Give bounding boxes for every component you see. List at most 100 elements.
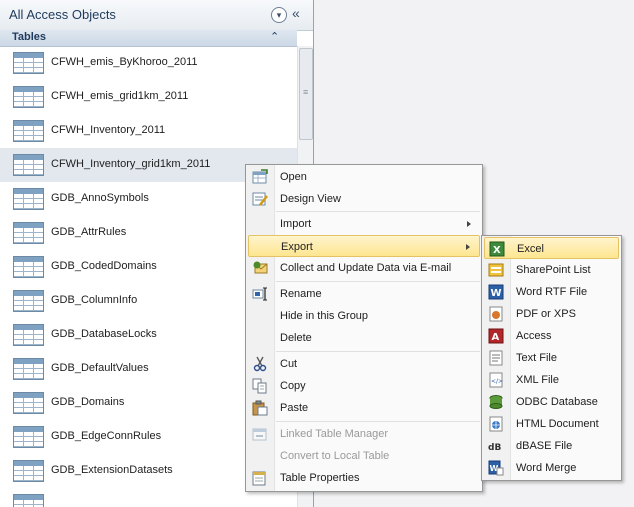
nav-header: All Access Objects ▾ « bbox=[0, 0, 313, 31]
menu-item-import[interactable]: Import bbox=[248, 213, 480, 235]
html-icon bbox=[488, 416, 504, 432]
menu-label: Cut bbox=[280, 358, 298, 370]
table-icon bbox=[13, 392, 44, 414]
table-name: GDB_CodedDomains bbox=[51, 260, 157, 272]
menu-label: Collect and Update Data via E-mail bbox=[280, 262, 452, 274]
context-menu: Open Design View Import Export Collect a… bbox=[245, 164, 483, 492]
export-item-excel[interactable]: X Excel bbox=[484, 237, 619, 259]
menu-separator bbox=[276, 211, 480, 212]
word-icon: W bbox=[488, 284, 504, 300]
menu-item-delete[interactable]: Delete bbox=[248, 327, 480, 349]
export-item-sharepoint[interactable]: SharePoint List bbox=[484, 259, 619, 281]
menu-item-open[interactable]: Open bbox=[248, 166, 480, 188]
collect-email-icon bbox=[252, 260, 268, 276]
menu-item-paste[interactable]: Paste bbox=[248, 397, 480, 419]
table-name: GDB_ColumnInfo bbox=[51, 294, 138, 306]
export-item-xml[interactable]: </> XML File bbox=[484, 369, 619, 391]
menu-item-rename[interactable]: Rename bbox=[248, 283, 480, 305]
export-item-pdf-xps[interactable]: PDF or XPS bbox=[484, 303, 619, 325]
rename-icon bbox=[252, 286, 268, 302]
menu-label: Open bbox=[280, 171, 307, 183]
table-icon bbox=[13, 154, 44, 176]
menu-label: Rename bbox=[280, 288, 322, 300]
table-name: CFWH_emis_ByKhoroo_2011 bbox=[51, 56, 198, 68]
export-item-text-file[interactable]: Text File bbox=[484, 347, 619, 369]
menu-item-cut[interactable]: Cut bbox=[248, 353, 480, 375]
menu-label: Import bbox=[280, 218, 312, 230]
menu-label: Copy bbox=[280, 380, 306, 392]
table-row[interactable]: CFWH_emis_ByKhoroo_2011 bbox=[0, 46, 297, 80]
svg-text:dB: dB bbox=[488, 443, 501, 453]
design-view-icon bbox=[252, 191, 268, 207]
table-row[interactable]: CFWH_Inventory_2011 bbox=[0, 114, 297, 148]
table-icon bbox=[13, 52, 44, 74]
table-icon bbox=[13, 86, 44, 108]
svg-text:A: A bbox=[492, 332, 500, 343]
menu-item-linked-table-manager: Linked Table Manager bbox=[248, 423, 480, 445]
collapse-group-icon[interactable]: ⌃ bbox=[270, 30, 279, 43]
group-title: Tables bbox=[12, 31, 47, 43]
export-item-odbc[interactable]: ODBC Database bbox=[484, 391, 619, 413]
export-item-html[interactable]: HTML Document bbox=[484, 413, 619, 435]
menu-label: Design View bbox=[280, 193, 341, 205]
menu-label: Convert to Local Table bbox=[280, 450, 390, 462]
export-item-dbase[interactable]: dB dBASE File bbox=[484, 435, 619, 457]
table-name: GDB_AttrRules bbox=[51, 226, 127, 238]
table-icon bbox=[13, 358, 44, 380]
table-icon bbox=[13, 188, 44, 210]
table-name: GDB_ExtensionDatasets bbox=[51, 464, 173, 476]
scissors-icon bbox=[252, 356, 268, 372]
export-item-word-rtf[interactable]: W Word RTF File bbox=[484, 281, 619, 303]
menu-label: Export bbox=[281, 241, 313, 253]
dbase-icon: dB bbox=[488, 438, 504, 454]
menu-label: HTML Document bbox=[516, 418, 599, 430]
nav-menu-icon[interactable]: ▾ bbox=[271, 7, 287, 23]
table-name: GDB_EdgeConnRules bbox=[51, 430, 162, 442]
table-icon bbox=[13, 120, 44, 142]
text-file-icon bbox=[488, 350, 504, 366]
menu-item-design-view[interactable]: Design View bbox=[248, 188, 480, 210]
table-icon bbox=[13, 494, 44, 507]
menu-label: Paste bbox=[280, 402, 309, 414]
table-icon bbox=[13, 290, 44, 312]
submenu-arrow-icon bbox=[466, 244, 470, 250]
menu-label: PDF or XPS bbox=[516, 308, 576, 320]
table-icon bbox=[13, 426, 44, 448]
collapse-pane-icon[interactable]: « bbox=[292, 5, 300, 21]
menu-item-export[interactable]: Export bbox=[248, 235, 480, 257]
menu-label: Hide in this Group bbox=[280, 310, 369, 322]
odbc-icon bbox=[488, 394, 504, 410]
svg-text:X: X bbox=[493, 245, 501, 256]
menu-item-copy[interactable]: Copy bbox=[248, 375, 480, 397]
svg-text:</>: </> bbox=[491, 378, 503, 385]
pdf-icon bbox=[488, 306, 504, 322]
table-name: CFWH_Inventory_2011 bbox=[51, 124, 166, 136]
paste-icon bbox=[252, 400, 268, 416]
table-row[interactable]: CFWH_emis_grid1km_2011 bbox=[0, 80, 297, 114]
svg-text:W: W bbox=[491, 288, 502, 299]
menu-label: Access bbox=[516, 330, 552, 342]
menu-label: Text File bbox=[516, 352, 557, 364]
export-item-word-merge[interactable]: W Word Merge bbox=[484, 457, 619, 479]
menu-label: Table Properties bbox=[280, 472, 360, 484]
menu-label: Linked Table Manager bbox=[280, 428, 389, 440]
menu-label: ODBC Database bbox=[516, 396, 598, 408]
nav-title[interactable]: All Access Objects bbox=[9, 7, 116, 22]
scroll-thumb[interactable]: ≡ bbox=[299, 48, 313, 140]
table-name: GDB_DefaultValues bbox=[51, 362, 149, 374]
export-item-access[interactable]: A Access bbox=[484, 325, 619, 347]
group-header-tables[interactable]: Tables ⌃ bbox=[0, 30, 297, 47]
table-properties-icon bbox=[252, 470, 268, 486]
menu-item-collect-data[interactable]: Collect and Update Data via E-mail bbox=[248, 257, 480, 279]
table-name: GDB_DatabaseLocks bbox=[51, 328, 157, 340]
table-name: GDB_AnnoSymbols bbox=[51, 192, 149, 204]
menu-label: Delete bbox=[280, 332, 312, 344]
table-icon bbox=[13, 222, 44, 244]
menu-item-table-properties[interactable]: Table Properties bbox=[248, 467, 480, 489]
export-submenu: X Excel SharePoint List W Word RTF File … bbox=[481, 235, 622, 481]
table-name: CFWH_emis_grid1km_2011 bbox=[51, 90, 189, 102]
grip-icon: ≡ bbox=[303, 87, 309, 97]
table-name: CFWH_Inventory_grid1km_2011 bbox=[51, 158, 211, 170]
menu-item-hide-in-group[interactable]: Hide in this Group bbox=[248, 305, 480, 327]
menu-label: Excel bbox=[517, 243, 544, 255]
